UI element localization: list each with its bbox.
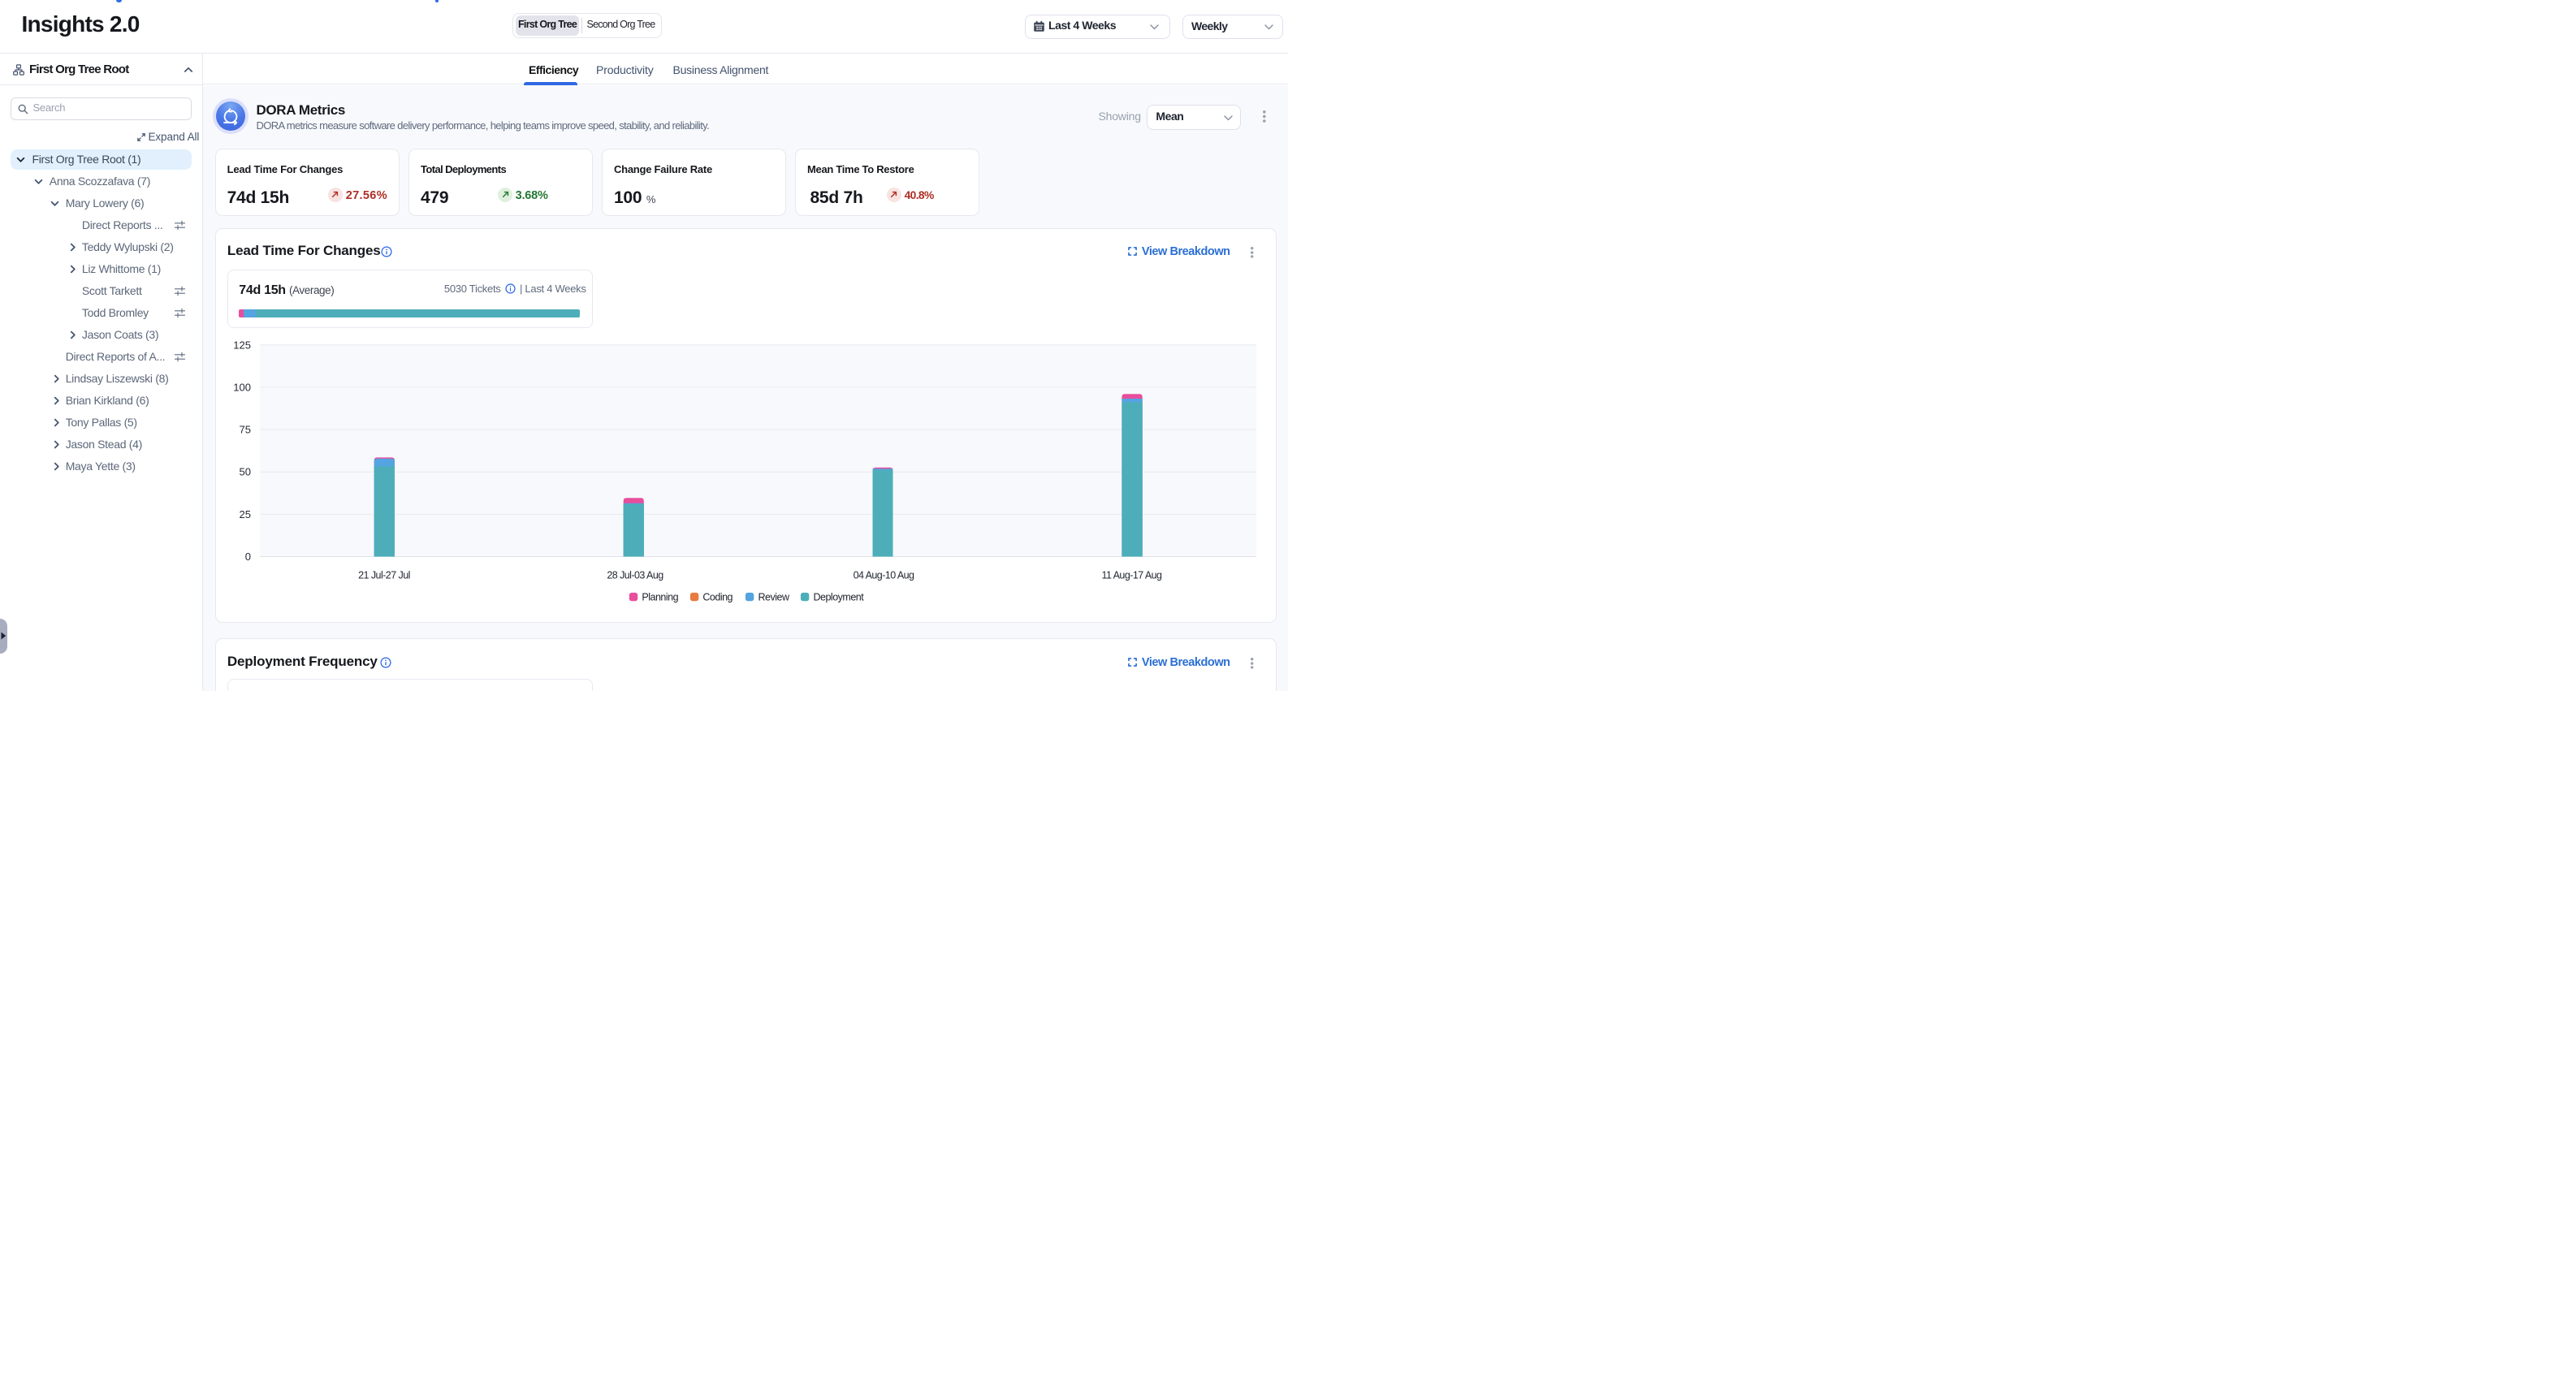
svg-text:11 Aug-17 Aug: 11 Aug-17 Aug (1102, 570, 1163, 581)
svg-text:25: 25 (240, 508, 251, 520)
svg-text:Deployment: Deployment (814, 592, 865, 603)
svg-text:100: 100 (233, 381, 251, 393)
svg-text:Review: Review (759, 592, 790, 603)
svg-text:Coding: Coding (702, 592, 733, 603)
svg-text:50: 50 (240, 466, 251, 478)
svg-text:0: 0 (245, 551, 251, 563)
svg-text:04 Aug-10 Aug: 04 Aug-10 Aug (854, 570, 914, 581)
svg-text:21 Jul-27 Jul: 21 Jul-27 Jul (358, 570, 410, 581)
svg-text:Planning: Planning (642, 592, 678, 603)
svg-text:75: 75 (240, 424, 251, 436)
svg-text:28 Jul-03 Aug: 28 Jul-03 Aug (607, 570, 663, 581)
svg-text:125: 125 (233, 339, 251, 351)
